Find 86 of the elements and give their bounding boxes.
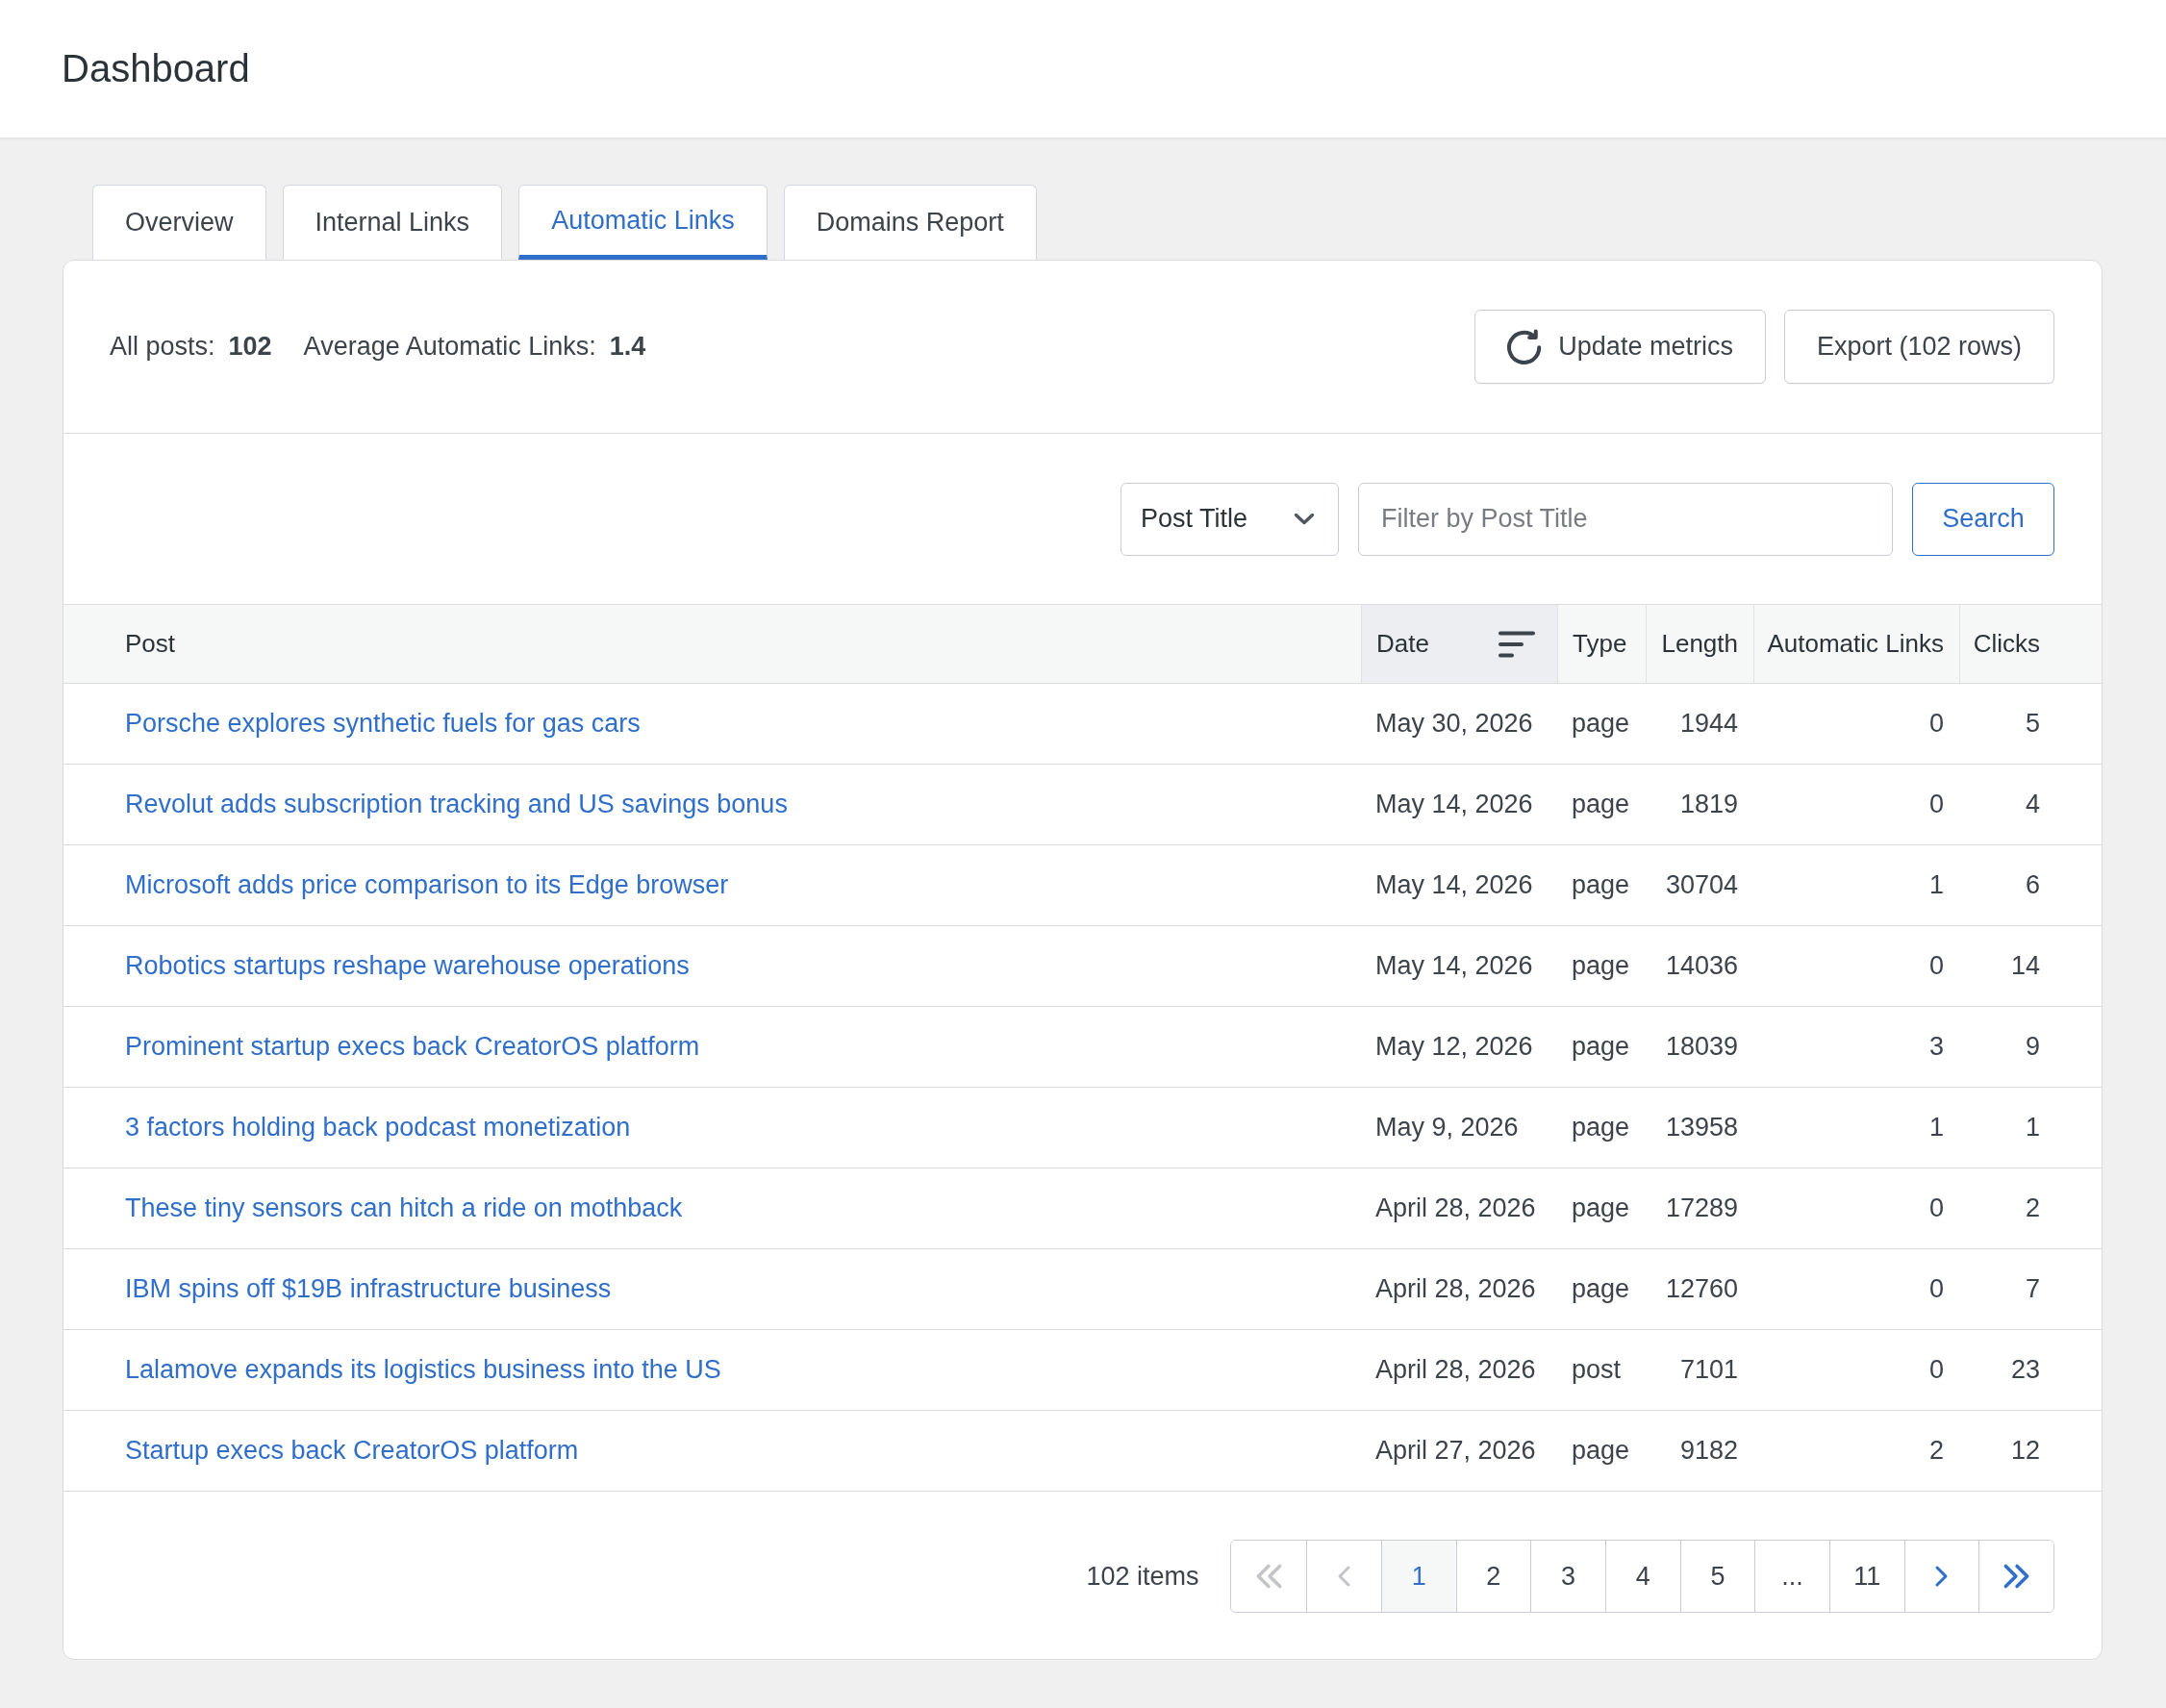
automatic-links-cell-text: 1: [1927, 1113, 1945, 1143]
type-cell-text: page: [1571, 1032, 1631, 1062]
date-cell-text: April 28, 2026: [1374, 1274, 1537, 1304]
stat-value: 1.4: [609, 332, 646, 362]
search-field[interactable]: Filter by Post Title: [1358, 482, 1893, 556]
post-title-link[interactable]: Microsoft adds price comparison to its Edge browser: [125, 870, 729, 899]
clicks-cell-text: 1: [2024, 1113, 2041, 1143]
post-title-link[interactable]: Lalamove expands its logistics business into the US: [125, 1355, 721, 1384]
export-button[interactable]: Export (102 rows): [1783, 310, 2054, 384]
length-cell-text: 18039: [1664, 1032, 1739, 1062]
length-cell-text: 12760: [1664, 1274, 1739, 1304]
automatic-links-cell-text: 0: [1927, 1355, 1945, 1385]
column-header[interactable]: Type: [1557, 605, 1646, 683]
post-title-link[interactable]: Robotics startups reshape warehouse operations: [125, 951, 690, 980]
column-header[interactable]: Post: [63, 605, 1361, 683]
tab[interactable]: Internal Links: [282, 185, 503, 260]
automatic-links-cell-text: 2: [1927, 1436, 1945, 1466]
date-cell-text: May 14, 2026: [1374, 790, 1534, 819]
chevron-down-icon: [1294, 513, 1315, 525]
stat-label: Average Automatic Links:: [303, 332, 596, 362]
length-cell-text: 17289: [1664, 1193, 1739, 1223]
automatic-links-cell-text: 1: [1927, 870, 1945, 900]
date-cell-text: April 28, 2026: [1374, 1193, 1537, 1223]
column-header[interactable]: Automatic Links: [1753, 605, 1959, 683]
tab[interactable]: Overview: [92, 185, 266, 260]
automatic-links-cell-text: 0: [1927, 790, 1945, 819]
date-cell-text: May 14, 2026: [1374, 951, 1534, 981]
column-header[interactable]: Length: [1646, 605, 1753, 683]
type-cell-text: page: [1571, 1113, 1631, 1143]
length-cell-text: 13958: [1664, 1113, 1739, 1143]
clicks-cell-text: 9: [2024, 1032, 2041, 1062]
type-cell-text: page: [1571, 870, 1631, 900]
post-title-link[interactable]: 3 factors holding back podcast monetization: [125, 1113, 631, 1142]
column-header[interactable]: Date: [1361, 605, 1557, 683]
clicks-cell-text: 6: [2024, 870, 2041, 900]
post-title-link[interactable]: Porsche explores synthetic fuels for gas cars: [125, 709, 641, 738]
date-cell-text: May 12, 2026: [1374, 1032, 1534, 1062]
clicks-cell-text: 23: [2009, 1355, 2041, 1385]
automatic-links-cell-text: 0: [1927, 709, 1945, 739]
length-cell-text: 30704: [1664, 870, 1739, 900]
type-cell-text: page: [1571, 790, 1631, 819]
length-cell-text: 7101: [1678, 1355, 1739, 1385]
date-cell-text: May 14, 2026: [1374, 870, 1534, 900]
date-cell-text: May 30, 2026: [1374, 709, 1534, 739]
page-button[interactable]: 1: [1380, 1541, 1456, 1612]
length-cell-text: 14036: [1664, 951, 1739, 981]
stat-label: All posts:: [110, 332, 215, 362]
type-cell-text: post: [1571, 1355, 1623, 1385]
type-cell-text: page: [1571, 1436, 1631, 1466]
type-cell-text: page: [1571, 1193, 1631, 1223]
last-page-button[interactable]: [1978, 1541, 2053, 1612]
post-title-link[interactable]: Revolut adds subscription tracking and US savings bonus: [125, 790, 788, 818]
length-cell-text: 9182: [1678, 1436, 1739, 1466]
post-title-link[interactable]: Prominent startup execs back CreatorOS platform: [125, 1032, 700, 1061]
date-cell-text: April 28, 2026: [1374, 1355, 1537, 1385]
tab[interactable]: Automatic Links: [518, 185, 768, 260]
type-cell-text: page: [1571, 951, 1631, 981]
automatic-links-cell-text: 0: [1927, 1193, 1945, 1223]
length-cell-text: 1944: [1678, 709, 1739, 739]
type-cell-text: page: [1571, 709, 1631, 739]
stat-value: 102: [228, 332, 272, 362]
post-title-link[interactable]: Startup execs back CreatorOS platform: [125, 1436, 579, 1465]
sort-icon: [1498, 629, 1536, 659]
clicks-cell-text: 4: [2024, 790, 2041, 819]
automatic-links-cell-text: 0: [1927, 1274, 1945, 1304]
clicks-cell-text: 5: [2024, 709, 2041, 739]
refresh-icon: [1507, 329, 1543, 364]
item-count: 102 items: [1086, 1561, 1199, 1592]
tab[interactable]: Domains Report: [783, 185, 1037, 260]
date-cell-text: April 27, 2026: [1374, 1436, 1537, 1466]
automatic-links-cell-text: 3: [1927, 1032, 1945, 1062]
clicks-cell-text: 2: [2024, 1193, 2041, 1223]
post-title-link[interactable]: These tiny sensors can hitch a ride on mothback: [125, 1193, 683, 1222]
column-select[interactable]: Post Title: [1121, 482, 1339, 556]
type-cell-text: page: [1571, 1274, 1631, 1304]
column-header[interactable]: Clicks: [1959, 605, 2102, 683]
date-cell-text: May 9, 2026: [1374, 1113, 1520, 1143]
post-title-link[interactable]: IBM spins off $19B infrastructure business: [125, 1274, 612, 1303]
search-button[interactable]: Search: [1912, 482, 2054, 556]
update-metrics-button[interactable]: Update metrics: [1474, 310, 1766, 384]
page-title: Dashboard: [62, 47, 250, 90]
clicks-cell-text: 12: [2009, 1436, 2041, 1466]
automatic-links-cell-text: 0: [1927, 951, 1945, 981]
clicks-cell-text: 14: [2009, 951, 2041, 981]
clicks-cell-text: 7: [2024, 1274, 2041, 1304]
length-cell-text: 1819: [1678, 790, 1739, 819]
